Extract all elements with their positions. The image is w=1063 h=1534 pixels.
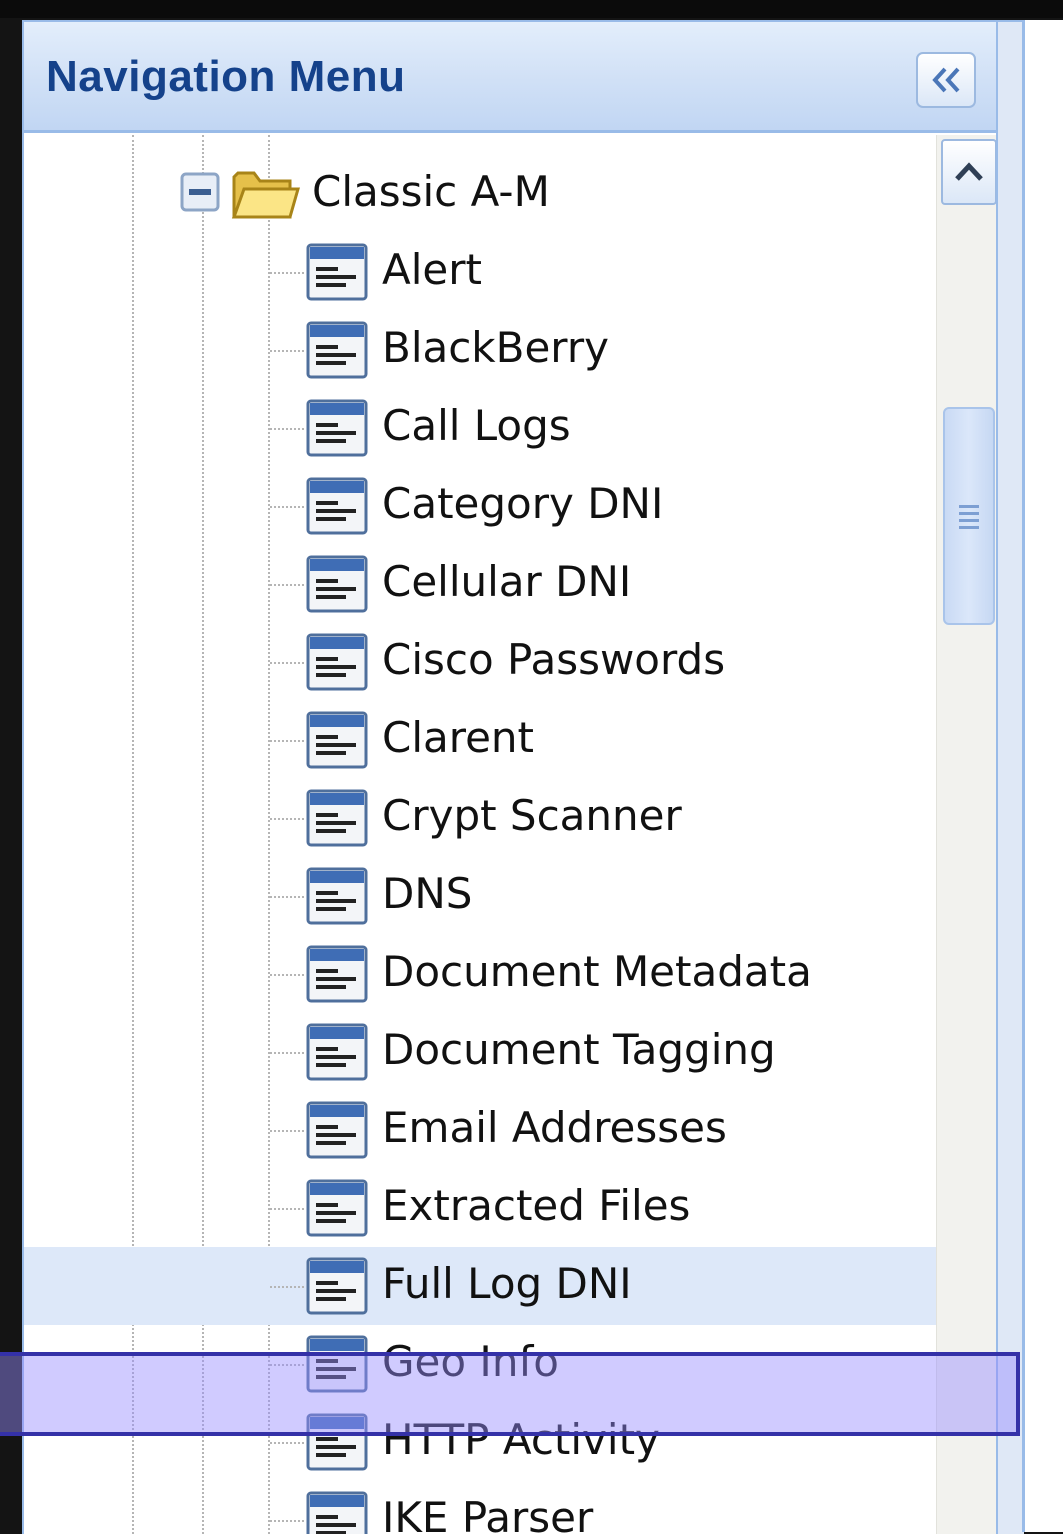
tree-scrollbar[interactable] [936, 135, 997, 1534]
tree-connector [270, 662, 304, 664]
tree-item[interactable]: Alert [24, 233, 936, 311]
navigation-tree: Classic A-M Alert BlackBerry Call Logs Cate… [24, 135, 936, 1534]
list-document-icon [306, 711, 368, 769]
tree-item-label: Email Addresses [382, 1103, 727, 1152]
tree-item-label: Document Tagging [382, 1025, 776, 1074]
tree-item-label: Cellular DNI [382, 557, 632, 606]
folder-open-icon [231, 171, 300, 219]
tree-connector [270, 1130, 304, 1132]
tree-item[interactable]: Crypt Scanner [24, 779, 936, 857]
content-area-edge [1022, 20, 1063, 1532]
panel-right-border [996, 22, 1024, 1534]
tree-connector [270, 896, 304, 898]
list-document-icon [306, 321, 368, 379]
tree-item-label: Cisco Passwords [382, 635, 726, 684]
window-top-edge [0, 0, 1063, 18]
tree-connector [270, 974, 304, 976]
list-document-icon [306, 1491, 368, 1534]
minus-icon[interactable] [180, 172, 220, 212]
tree-connector [270, 1286, 304, 1288]
panel-title: Navigation Menu [46, 52, 406, 101]
tree-connector [270, 1520, 304, 1522]
tree-connector [270, 428, 304, 430]
tree-item[interactable]: Document Tagging [24, 1013, 936, 1091]
list-document-icon [306, 945, 368, 1003]
tree-item[interactable]: Cisco Passwords [24, 623, 936, 701]
tree-connector [270, 740, 304, 742]
folder-label: Classic A-M [312, 167, 550, 216]
tree-item-label: Crypt Scanner [382, 791, 682, 840]
grip-icon [959, 505, 979, 529]
tree-connector [270, 350, 304, 352]
tree-item-label: Document Metadata [382, 947, 812, 996]
list-document-icon [306, 243, 368, 301]
list-document-icon [306, 1257, 368, 1315]
tree-connector [270, 1208, 304, 1210]
selected-item-highlight [0, 1352, 1020, 1436]
tree-item-label: BlackBerry [382, 323, 609, 372]
chevron-up-icon [955, 162, 983, 181]
tree-item[interactable]: BlackBerry [24, 311, 936, 389]
collapse-panel-button[interactable] [916, 52, 976, 108]
tree-folder-classic-a-m[interactable]: Classic A-M [24, 155, 936, 233]
tree-item[interactable]: IKE Parser [24, 1481, 936, 1534]
tree-item-label: Call Logs [382, 401, 571, 450]
tree-item-label: Extracted Files [382, 1181, 691, 1230]
list-document-icon [306, 867, 368, 925]
tree-item-label: Alert [382, 245, 482, 294]
list-document-icon [306, 633, 368, 691]
tree-connector [270, 272, 304, 274]
tree-connector [270, 584, 304, 586]
tree-item[interactable]: Email Addresses [24, 1091, 936, 1169]
tree-item-label: Full Log DNI [382, 1259, 632, 1308]
tree-connector [270, 506, 304, 508]
tree-item[interactable]: Category DNI [24, 467, 936, 545]
tree-item[interactable]: DNS [24, 857, 936, 935]
list-document-icon [306, 477, 368, 535]
tree-item-label: Clarent [382, 713, 535, 762]
tree-item[interactable]: Extracted Files [24, 1169, 936, 1247]
tree-item[interactable]: Full Log DNI [24, 1247, 936, 1325]
tree-item[interactable]: Call Logs [24, 389, 936, 467]
list-document-icon [306, 1023, 368, 1081]
tree-item-label: DNS [382, 869, 473, 918]
list-document-icon [306, 399, 368, 457]
tree-item-label: IKE Parser [382, 1493, 594, 1534]
scroll-up-button[interactable] [941, 139, 997, 205]
navigation-panel: Navigation Menu Classic A-M Alert BlackBe… [22, 20, 1024, 1534]
panel-header: Navigation Menu [24, 22, 996, 133]
list-document-icon [306, 1179, 368, 1237]
list-document-icon [306, 1101, 368, 1159]
tree-item[interactable]: Cellular DNI [24, 545, 936, 623]
tree-connector [270, 1442, 304, 1444]
double-chevron-left-icon [932, 67, 960, 93]
tree-item-label: Category DNI [382, 479, 664, 528]
tree-item[interactable]: Clarent [24, 701, 936, 779]
tree-connector [270, 1052, 304, 1054]
scroll-thumb[interactable] [943, 407, 995, 625]
tree-item[interactable]: Document Metadata [24, 935, 936, 1013]
list-document-icon [306, 789, 368, 847]
tree-connector [270, 818, 304, 820]
list-document-icon [306, 555, 368, 613]
